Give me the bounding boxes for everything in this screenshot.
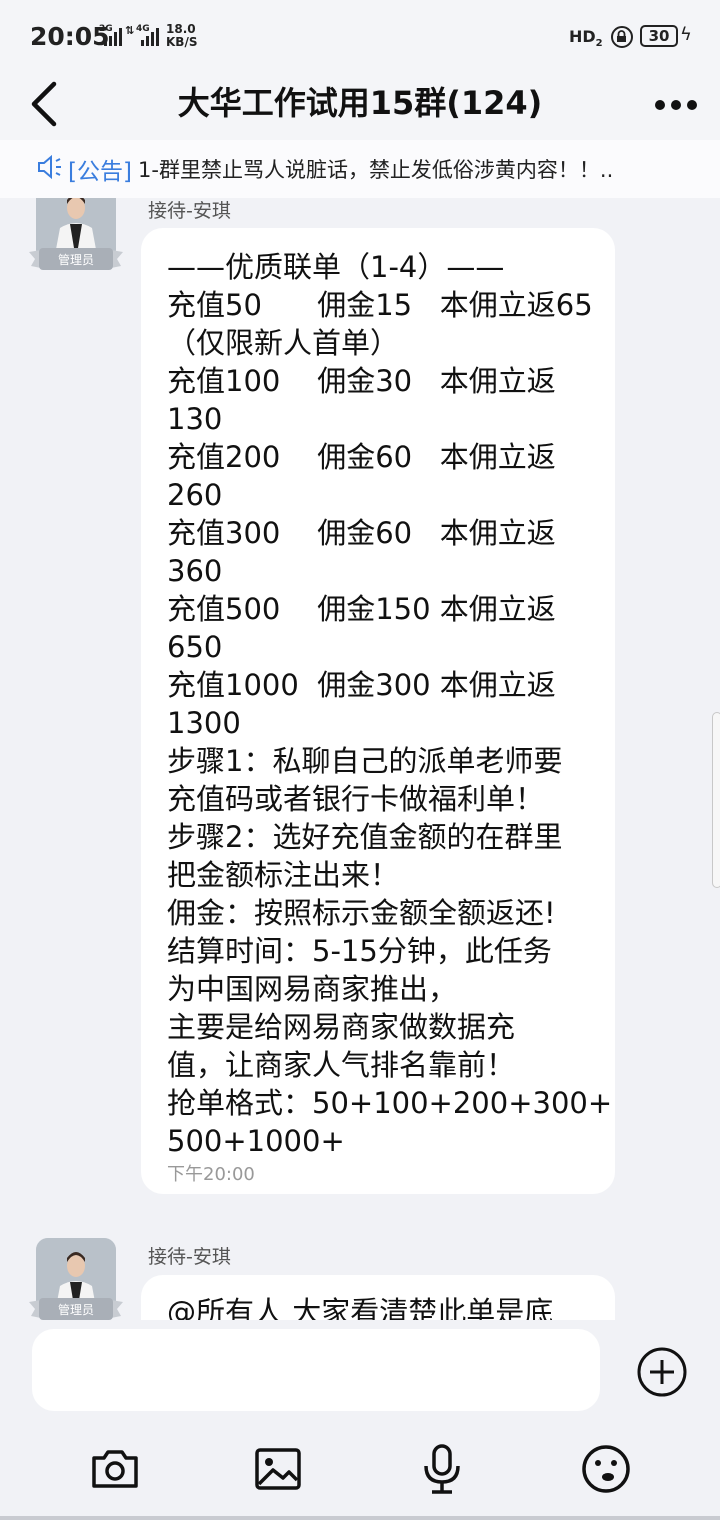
emoji-icon[interactable] bbox=[579, 1442, 633, 1496]
image-icon[interactable] bbox=[251, 1442, 305, 1496]
message-line: 充值码或者银行卡做福利单！ bbox=[167, 782, 545, 816]
battery-icon: 30 bbox=[640, 25, 678, 47]
status-bar: 20:05 2G ⇅ 4G 18.0 KB/S HD2 30 ϟ bbox=[0, 0, 720, 70]
message-line: 130 bbox=[167, 402, 223, 436]
sender-name: 接待-安琪 bbox=[148, 1246, 231, 1268]
speaker-icon bbox=[38, 154, 61, 180]
charging-icon: ϟ bbox=[680, 24, 692, 45]
signal-bars-icon-2 bbox=[141, 26, 159, 46]
message-line: 佣金：按照标示金额全额返还! bbox=[167, 896, 556, 930]
message-line: 650 bbox=[167, 630, 223, 664]
group-notice[interactable]: [公告] 1-群里禁止骂人说脏话，禁止发低俗涉黄内容！！.. bbox=[0, 140, 720, 198]
message-line: 充值300 佣金60 本佣立返 bbox=[167, 516, 556, 550]
message-line: 值，让商家人气排名靠前！ bbox=[167, 1048, 516, 1082]
status-time: 20:05 bbox=[30, 22, 110, 51]
microphone-icon[interactable] bbox=[415, 1442, 469, 1496]
message-list[interactable]: 管理员 接待-安琪 ——优质联单（1-4）—— 充值50 佣金15 本佣立返65 （… bbox=[0, 198, 720, 1320]
message-line: 500+1000+ bbox=[167, 1124, 345, 1158]
message-input[interactable] bbox=[32, 1329, 600, 1411]
data-arrows-icon: ⇅ bbox=[125, 24, 135, 37]
message-line: 360 bbox=[167, 554, 223, 588]
admin-badge: 管理员 bbox=[29, 248, 123, 270]
chat-header: 大华工作试用15群(124) bbox=[0, 70, 720, 140]
chevron-left-icon bbox=[31, 81, 57, 127]
hd-voice-icon: HD2 bbox=[569, 27, 603, 50]
message-line: 充值100 佣金30 本佣立返 bbox=[167, 364, 556, 398]
message-line: 步骤2：选好充值金额的在群里 bbox=[167, 820, 563, 854]
admin-badge: 管理员 bbox=[29, 1298, 123, 1320]
notice-tag: [公告] bbox=[68, 159, 132, 185]
message-line: （仅限新人首单） bbox=[167, 326, 400, 360]
sender-name: 接待-安琪 bbox=[148, 200, 231, 222]
svg-text:管理员: 管理员 bbox=[58, 252, 94, 267]
message-line: 结算时间：5-15分钟，此任务 bbox=[167, 934, 552, 968]
message-bubble[interactable]: ——优质联单（1-4）—— 充值50 佣金15 本佣立返65 （仅限新人首单） 充值1… bbox=[141, 228, 615, 1194]
message-line: 充值500 佣金150 本佣立返 bbox=[167, 592, 556, 626]
message-line: 260 bbox=[167, 478, 223, 512]
message-line: 充值50 佣金15 本佣立返65 bbox=[167, 288, 593, 322]
svg-text:管理员: 管理员 bbox=[58, 1302, 94, 1317]
signal-bars-icon-1 bbox=[104, 26, 122, 46]
camera-icon[interactable] bbox=[88, 1442, 142, 1496]
message-line: 1300 bbox=[167, 706, 241, 740]
message-line: 充值1000 佣金300 本佣立返 bbox=[167, 668, 556, 702]
nav-bar-line bbox=[0, 1516, 720, 1520]
message-text: @所有人 大家看清楚此单是底 bbox=[167, 1293, 597, 1320]
message-line: 步骤1：私聊自己的派单老师要 bbox=[167, 744, 563, 778]
chat-title: 大华工作试用15群(124) bbox=[177, 84, 543, 122]
message-time: 下午20:00 bbox=[167, 1164, 255, 1185]
rotation-lock-icon bbox=[611, 26, 633, 48]
net-speed: 18.0 KB/S bbox=[166, 22, 198, 49]
input-area bbox=[0, 1320, 720, 1520]
notice-text: 1-群里禁止骂人说脏话，禁止发低俗涉黄内容！！.. bbox=[138, 158, 614, 182]
message-line: ——优质联单（1-4）—— bbox=[167, 250, 505, 284]
plus-icon[interactable] bbox=[636, 1346, 688, 1398]
more-options-button[interactable] bbox=[646, 86, 706, 126]
message-text: ——优质联单（1-4）—— 充值50 佣金15 本佣立返65 （仅限新人首单） 充值1… bbox=[167, 248, 613, 1160]
message-line: 为中国网易商家推出， bbox=[167, 972, 458, 1006]
message-line: 主要是给网易商家做数据充 bbox=[167, 1010, 516, 1044]
message-line: @所有人 大家看清楚此单是底 bbox=[167, 1295, 554, 1320]
message-line: 把金额标注出来！ bbox=[167, 858, 400, 892]
message-line: 充值200 佣金60 本佣立返 bbox=[167, 440, 556, 474]
scrollbar[interactable] bbox=[712, 712, 720, 888]
back-button[interactable] bbox=[22, 76, 72, 132]
message-bubble[interactable]: @所有人 大家看清楚此单是底 bbox=[141, 1275, 615, 1320]
message-line: 抢单格式：50+100+200+300+ bbox=[167, 1086, 613, 1120]
